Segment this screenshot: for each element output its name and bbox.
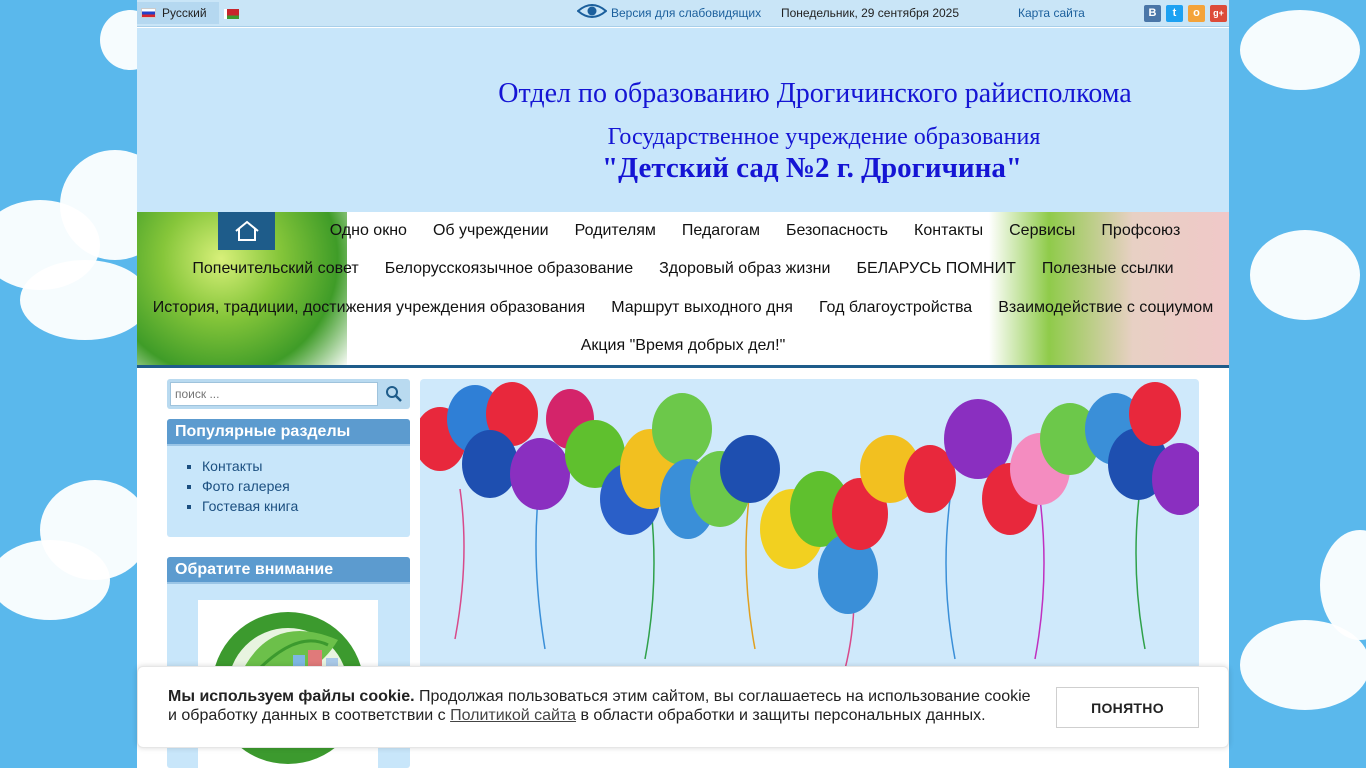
nav-item-belarus-remembers[interactable]: БЕЛАРУСЬ ПОМНИТ	[843, 260, 1028, 278]
cookie-message: Мы используем файлы cookie. Продолжая по…	[168, 687, 1038, 725]
main-navigation: Одно окно Об учреждении Родителям Педаго…	[137, 212, 1229, 368]
eye-icon[interactable]	[577, 2, 607, 20]
nav-item-society[interactable]: Взаимодействие с социумом	[985, 299, 1226, 317]
header-subtitle: Государственное учреждение образования	[607, 124, 1041, 150]
nav-item-history[interactable]: История, традиции, достижения учреждения…	[140, 299, 598, 317]
header-title: Отдел по образованию Дрогичинского райис…	[498, 78, 1132, 109]
nav-row-1: Одно окно Об учреждении Родителям Педаго…	[137, 222, 1229, 240]
nav-item-teachers[interactable]: Педагогам	[669, 222, 773, 240]
nav-item-board[interactable]: Попечительский совет	[179, 260, 371, 278]
nav-item-useful-links[interactable]: Полезные ссылки	[1029, 260, 1187, 278]
balloons-banner	[420, 379, 1199, 669]
belarus-flag-icon	[224, 9, 239, 19]
nav-item-healthy-lifestyle[interactable]: Здоровый образ жизни	[646, 260, 843, 278]
cookie-bold: Мы используем файлы cookie.	[168, 688, 415, 705]
nav-item-belarusian-education[interactable]: Белорусскоязычное образование	[372, 260, 646, 278]
nav-item-improvement-year[interactable]: Год благоустройства	[806, 299, 985, 317]
nav-item-one-window[interactable]: Одно окно	[317, 222, 420, 240]
nav-item-services[interactable]: Сервисы	[996, 222, 1088, 240]
balloons-image	[420, 382, 1199, 669]
cookie-text-2: в области обработки и защиты персональны…	[576, 707, 986, 724]
search-button[interactable]	[380, 382, 408, 406]
attention-title: Обратите внимание	[167, 557, 410, 584]
nav-item-weekend-route[interactable]: Маршрут выходного дня	[598, 299, 806, 317]
vision-impaired-link[interactable]: Версия для слабовидящих	[611, 6, 761, 20]
list-item[interactable]: Гостевая книга	[202, 498, 410, 518]
google-plus-icon[interactable]: g+	[1210, 5, 1227, 22]
sitemap-link[interactable]: Карта сайта	[1018, 6, 1085, 20]
privacy-policy-link[interactable]: Политикой сайта	[450, 707, 576, 724]
search-icon	[386, 386, 402, 402]
russia-flag-icon	[141, 8, 156, 18]
language-switcher-by[interactable]	[224, 8, 239, 22]
page-container: Русский Версия для слабовидящих Понедель…	[137, 0, 1229, 768]
nav-row-4: Акция "Время добрых дел!"	[137, 337, 1229, 355]
current-date: Понедельник, 29 сентября 2025	[781, 6, 960, 20]
nav-row-3: История, традиции, достижения учреждения…	[137, 299, 1229, 317]
twitter-icon[interactable]: t	[1166, 5, 1183, 22]
popular-sections-module: Популярные разделы Контакты Фото галерея…	[167, 419, 410, 537]
top-bar: Русский Версия для слабовидящих Понедель…	[137, 0, 1229, 27]
nav-item-union[interactable]: Профсоюз	[1088, 222, 1193, 240]
nav-item-contacts[interactable]: Контакты	[901, 222, 996, 240]
language-switcher-ru[interactable]: Русский	[137, 2, 219, 24]
list-item[interactable]: Фото галерея	[202, 478, 410, 498]
nav-item-parents[interactable]: Родителям	[562, 222, 669, 240]
site-header: Отдел по образованию Дрогичинского райис…	[137, 28, 1229, 212]
nav-item-safety[interactable]: Безопасность	[773, 222, 901, 240]
popular-sections-title: Популярные разделы	[167, 419, 410, 446]
cloud	[1240, 10, 1360, 90]
nav-item-about[interactable]: Об учреждении	[420, 222, 562, 240]
cloud	[0, 540, 110, 620]
cookie-banner: Мы используем файлы cookie. Продолжая по…	[137, 666, 1229, 748]
nav-row-2: Попечительский совет Белорусскоязычное о…	[137, 260, 1229, 278]
nav-item-good-deeds[interactable]: Акция "Время добрых дел!"	[568, 337, 799, 355]
vk-icon[interactable]: В	[1144, 5, 1161, 22]
language-label: Русский	[162, 6, 207, 20]
cookie-accept-button[interactable]: ПОНЯТНО	[1056, 687, 1199, 728]
odnoklassniki-icon[interactable]: о	[1188, 5, 1205, 22]
header-school-name[interactable]: "Детский сад №2 г. Дрогичина"	[137, 152, 1229, 185]
search-box	[167, 379, 410, 409]
cloud	[20, 260, 150, 340]
cloud	[1250, 230, 1360, 320]
search-input[interactable]	[170, 382, 378, 406]
cloud	[1240, 620, 1366, 710]
list-item[interactable]: Контакты	[202, 458, 410, 478]
